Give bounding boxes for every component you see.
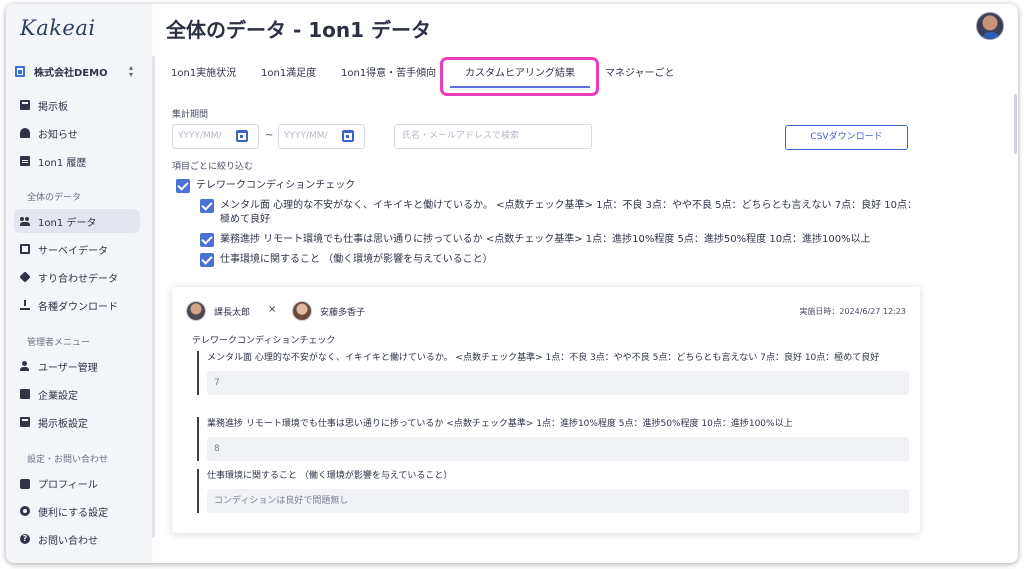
filter-item-checkbox-progress[interactable]: 業務進捗 リモート環境でも仕事は思い通りに捗っているか <点数チェック基準> 1… (200, 233, 920, 247)
profile-icon (20, 479, 30, 489)
main-content: 全体のデータ - 1on1 データ 1on1実施状況 1on1満足度 1on1得… (156, 4, 1018, 563)
board-settings-icon (20, 417, 30, 427)
sidebar-item-notice[interactable]: お知らせ (14, 121, 140, 145)
section-title-admin: 管理者メニュー (27, 338, 91, 348)
answer-value: 8 (207, 437, 909, 461)
avatar[interactable] (976, 12, 1004, 40)
bell-icon (20, 128, 30, 138)
filter-item-checkbox-environment[interactable]: 仕事環境に関すること （働く環境が影響を与えていること） (200, 253, 920, 267)
manager-avatar (186, 301, 206, 321)
building-icon (15, 65, 25, 77)
sidebar-item-board-settings[interactable]: 掲示板設定 (14, 410, 140, 434)
answer-block-environment: 仕事環境に関すること （働く環境が影響を与えていること） コンディションは良好で… (197, 469, 909, 513)
question-text: 仕事環境に関すること （働く環境が影響を与えていること） (207, 471, 453, 481)
period-label: 集計期間 (172, 110, 209, 120)
pair-separator: × (268, 304, 277, 315)
sidebar-item-alignment[interactable]: すり合わせデータ (14, 265, 140, 289)
pin-icon (19, 271, 31, 283)
people-icon (20, 216, 30, 226)
member-avatar (292, 301, 312, 321)
tab-by-manager[interactable]: マネジャーごと (605, 62, 675, 88)
calendar-icon[interactable] (342, 130, 354, 142)
sidebar-item-company-settings[interactable]: 企業設定 (14, 382, 140, 406)
search-input[interactable]: 氏名・メールアドレスで検索 (394, 124, 592, 149)
sidebar-item-users[interactable]: ユーザー管理 (14, 354, 140, 378)
sidebar: Kakeai 株式会社DEMO ▴ ▾ 掲示板 お知らせ 1on1 履歴 全体のデ… (6, 4, 152, 563)
history-icon (20, 156, 30, 166)
sidebar-item-board[interactable]: 掲示板 (14, 93, 140, 117)
result-card: 課長太郎 × 安藤多香子 実施日時：2024/6/27 12:23 テレワークコ… (172, 287, 920, 533)
sidebar-item-survey[interactable]: サーベイデータ (14, 237, 140, 261)
section-title-overall: 全体のデータ (27, 193, 82, 203)
sidebar-scrollbar[interactable] (152, 56, 155, 538)
sidebar-item-profile[interactable]: プロフィール (14, 471, 140, 495)
company-switcher[interactable]: 株式会社DEMO ▴ ▾ (15, 62, 133, 80)
gear-icon (20, 506, 30, 516)
answer-block-progress: 業務進捗 リモート環境でも仕事は思い通りに捗っているか <点数チェック基準> 1… (197, 417, 909, 461)
member: 安藤多香子 (292, 301, 365, 321)
member-name: 安藤多香子 (320, 307, 366, 318)
sidebar-item-contact[interactable]: ? お問い合わせ (14, 527, 140, 551)
checkbox-checked-icon[interactable] (200, 199, 214, 213)
question-text: 業務進捗 リモート環境でも仕事は思い通りに捗っているか <点数チェック基準> 1… (207, 419, 793, 429)
date-range-separator: ~ (265, 130, 274, 141)
app-window: Kakeai 株式会社DEMO ▴ ▾ 掲示板 お知らせ 1on1 履歴 全体のデ… (6, 4, 1018, 563)
calendar-icon[interactable] (236, 130, 248, 142)
start-date-input[interactable]: YYYY/MM/ (172, 124, 259, 149)
question-text: メンタル面 心理的な不安がなく、イキイキと働けているか。 <点数チェック基準> … (207, 353, 880, 363)
checkbox-checked-icon[interactable] (176, 179, 190, 193)
checkbox-checked-icon[interactable] (200, 253, 214, 267)
survey-icon (20, 244, 30, 254)
page-title: 全体のデータ - 1on1 データ (166, 18, 431, 42)
company-icon (20, 389, 30, 399)
download-icon (20, 300, 30, 310)
card-group-title: テレワークコンディションチェック (192, 336, 336, 346)
board-icon (20, 100, 30, 110)
filter-item-checkbox-mental[interactable]: メンタル面 心理的な不安がなく、イキイキと働けているか。 <点数チェック基準> … (200, 199, 920, 227)
narrow-label: 項目ごとに絞り込む (172, 162, 254, 172)
user-gear-icon (20, 361, 30, 371)
sidebar-item-download[interactable]: 各種ダウンロード (14, 293, 140, 317)
answer-value: コンディションは良好で問題無し (207, 489, 909, 513)
app-logo[interactable]: Kakeai (20, 16, 96, 40)
filter-group-checkbox[interactable]: テレワークコンディションチェック (176, 179, 876, 193)
section-title-settings: 設定・お問い合わせ (27, 455, 109, 465)
csv-download-button[interactable]: CSVダウンロード (785, 125, 908, 150)
session-date: 実施日時：2024/6/27 12:23 (799, 307, 906, 316)
tab-highlight-box (440, 57, 599, 96)
chevron-updown-icon: ▴ ▾ (128, 63, 133, 79)
sidebar-item-history[interactable]: 1on1 履歴 (14, 149, 140, 173)
tab-implementation[interactable]: 1on1実施状況 (171, 62, 236, 88)
company-name: 株式会社DEMO (34, 67, 108, 79)
checkbox-checked-icon[interactable] (200, 233, 214, 247)
help-icon: ? (20, 534, 30, 544)
tab-satisfaction[interactable]: 1on1満足度 (261, 62, 316, 88)
end-date-input[interactable]: YYYY/MM/ (278, 124, 365, 149)
main-scrollbar[interactable] (1014, 94, 1017, 154)
manager-name: 課長太郎 (214, 307, 251, 318)
manager: 課長太郎 (186, 301, 250, 321)
sidebar-item-preferences[interactable]: 便利にする設定 (14, 499, 140, 523)
answer-value: 7 (207, 371, 909, 395)
answer-block-mental: メンタル面 心理的な不安がなく、イキイキと働けているか。 <点数チェック基準> … (197, 351, 909, 395)
tab-strength-weakness[interactable]: 1on1得意・苦手傾向 (341, 62, 436, 88)
sidebar-item-1on1-data[interactable]: 1on1 データ (14, 209, 140, 233)
